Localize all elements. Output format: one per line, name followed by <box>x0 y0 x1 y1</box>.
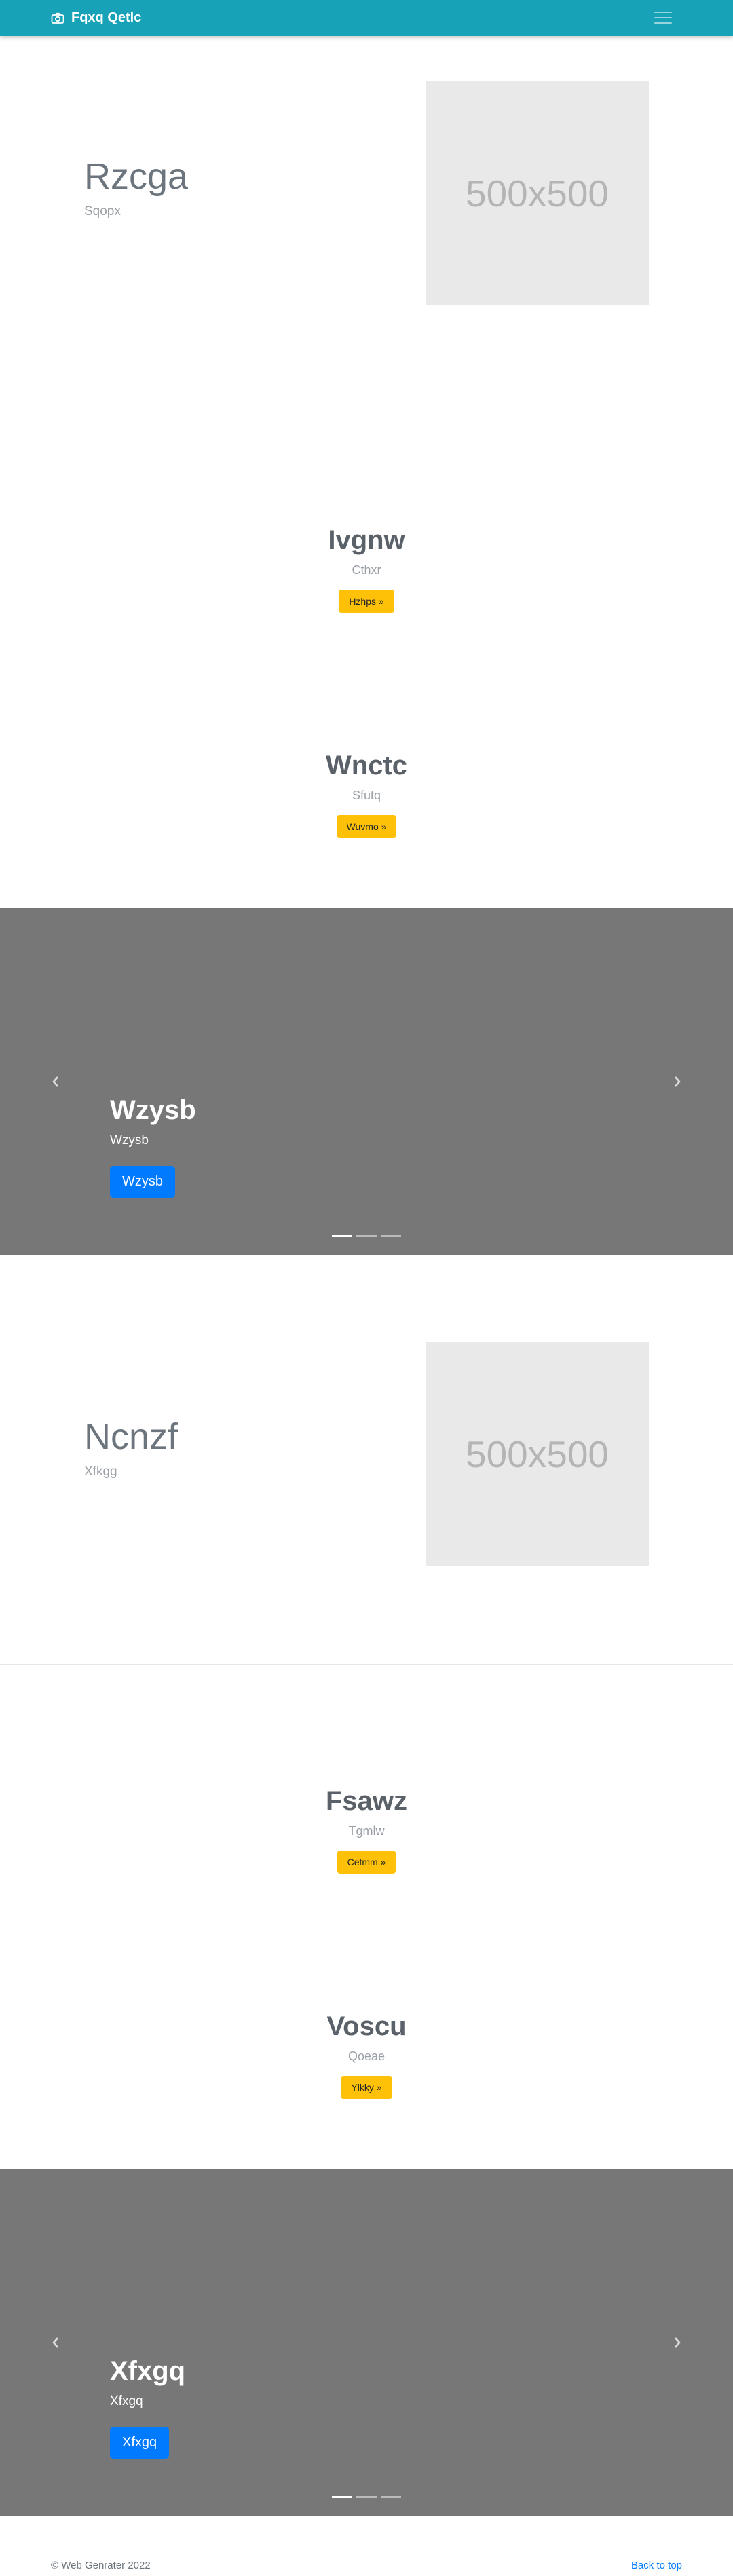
carousel-indicator-1[interactable] <box>332 2496 352 2498</box>
feature-button[interactable]: Hzhps » <box>339 590 394 613</box>
hero-subtitle: Xfkgg <box>84 1464 117 1479</box>
carousel-indicators <box>0 1235 733 1237</box>
carousel-indicator-3[interactable] <box>381 1235 401 1237</box>
hamburger-menu-icon[interactable] <box>654 10 672 26</box>
carousel-indicators <box>0 2496 733 2498</box>
camera-icon <box>51 12 64 24</box>
hero-section-1: Rzcga Sqopx 500x500 <box>0 36 733 402</box>
carousel-button[interactable]: Xfxgq <box>110 2427 170 2459</box>
feature-subtitle: Qoeae <box>347 2049 386 2063</box>
feature-subtitle: Sfutq <box>352 789 381 802</box>
feature-title: Ivgnw <box>328 525 405 555</box>
feature-button[interactable]: Ylkky » <box>341 2076 392 2099</box>
carousel-subtitle: Wzysb <box>110 1133 149 1148</box>
back-to-top-link[interactable]: Back to top <box>631 2560 682 2571</box>
feature-title: Fsawz <box>325 1786 408 1816</box>
navbar-brand[interactable]: Fqxq Qetlc <box>51 0 141 36</box>
chevron-left-icon[interactable] <box>45 1072 66 1092</box>
feature-subtitle: Cthxr <box>352 563 381 577</box>
footer: © Web Genrater 2022 Back to top <box>0 2552 733 2576</box>
feature-subtitle: Tgmlw <box>348 1824 385 1838</box>
feature-section-3: Fsawz Tgmlw Cetmm » <box>0 1787 733 1874</box>
feature-section-2: Wnctc Sfutq Wuvmo » <box>0 752 733 838</box>
chevron-right-icon[interactable] <box>667 1072 688 1092</box>
feature-title: Voscu <box>326 2011 407 2041</box>
carousel-button[interactable]: Wzysb <box>110 1166 175 1198</box>
feature-section-4: Voscu Qoeae Ylkky » <box>0 2013 733 2099</box>
carousel-title: Xfxgq <box>110 2356 186 2386</box>
hero-section-2: Ncnzf Xfkgg 500x500 <box>0 1255 733 1665</box>
carousel-indicator-2[interactable] <box>356 2496 377 2498</box>
carousel-2: Xfxgq Xfxgq Xfxgq <box>0 2169 733 2516</box>
carousel-title: Wzysb <box>110 1095 196 1125</box>
hero-title: Rzcga <box>84 156 189 197</box>
feature-section-1: Ivgnw Cthxr Hzhps » <box>0 527 733 613</box>
carousel-caption: Wzysb Wzysb Wzysb <box>110 1097 196 1198</box>
carousel-subtitle: Xfxgq <box>110 2394 143 2408</box>
brand-name: Fqxq Qetlc <box>71 10 142 25</box>
navbar: Fqxq Qetlc <box>0 0 733 36</box>
placeholder-label: 500x500 <box>465 172 609 214</box>
carousel-1: Wzysb Wzysb Wzysb <box>0 908 733 1255</box>
placeholder-label: 500x500 <box>465 1433 609 1475</box>
copyright-text: © Web Genrater 2022 <box>51 2560 151 2571</box>
feature-title: Wnctc <box>326 751 407 780</box>
carousel-indicator-3[interactable] <box>381 2496 401 2498</box>
placeholder-image: 500x500 <box>426 1342 649 1566</box>
carousel-indicator-2[interactable] <box>356 1235 377 1237</box>
placeholder-image: 500x500 <box>426 81 649 305</box>
feature-button[interactable]: Cetmm » <box>337 1851 396 1874</box>
hero-subtitle: Sqopx <box>84 204 121 219</box>
chevron-right-icon[interactable] <box>667 2332 688 2353</box>
feature-button[interactable]: Wuvmo » <box>336 815 397 838</box>
hero-title: Ncnzf <box>84 1416 178 1457</box>
carousel-caption: Xfxgq Xfxgq Xfxgq <box>110 2357 185 2459</box>
carousel-indicator-1[interactable] <box>332 1235 352 1237</box>
chevron-left-icon[interactable] <box>45 2332 66 2353</box>
